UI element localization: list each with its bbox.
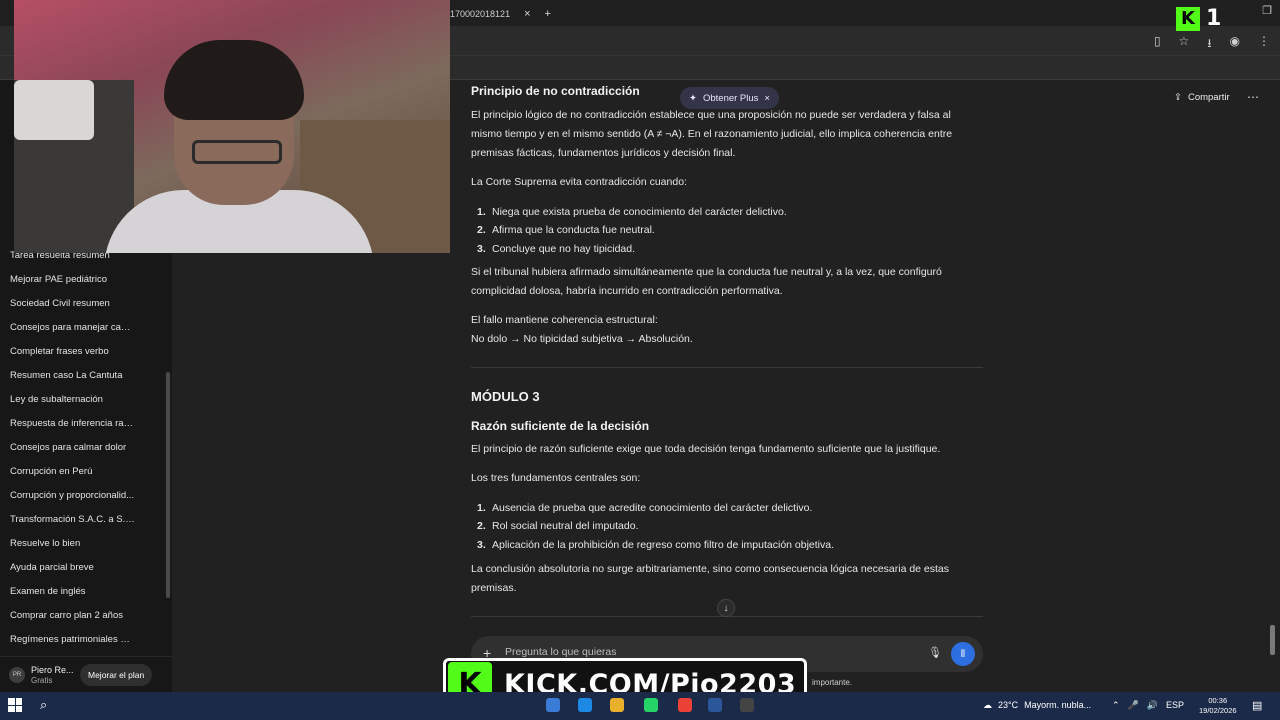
page-icon[interactable]: ▯ (1154, 34, 1161, 55)
user-name: Piero Re... (31, 665, 74, 675)
share-icon: ⇪ (1174, 92, 1182, 103)
clock[interactable]: 00:36 19/02/2026 (1199, 696, 1237, 716)
arrow-down-icon: ↓ (723, 602, 729, 614)
sidebar-item[interactable]: Resumen caso La Cantuta (10, 370, 135, 381)
paragraph: No dolo → No tipicidad subjetiva → Absol… (471, 333, 693, 345)
sidebar-item[interactable]: Comprar carro plan 2 años (10, 610, 135, 621)
list-item: 2. Afirma que la conducta fue neutral. (477, 224, 655, 236)
close-tab-icon[interactable]: × (524, 8, 530, 20)
sidebar-item[interactable]: Ley de subalternación (10, 394, 135, 405)
paragraph: El fallo mantiene coherencia estructural… (471, 314, 658, 326)
more-options-button[interactable]: ⋯ (1247, 90, 1259, 104)
list-item: 2. Rol social neutral del imputado. (477, 520, 639, 532)
new-tab-button[interactable]: + (545, 8, 551, 20)
avatar[interactable]: PR (9, 667, 25, 683)
prompt-input[interactable] (505, 646, 905, 658)
share-label: Compartir (1187, 92, 1230, 103)
taskbar-app-icon[interactable] (546, 698, 560, 712)
microphone-icon[interactable]: 🎙 (928, 646, 942, 659)
sidebar-item[interactable]: Ayuda parcial breve (10, 562, 135, 573)
browser-tab[interactable]: 2170002018121 × + (445, 4, 551, 24)
weather-temp: 23°C (998, 700, 1019, 710)
chrome-icon[interactable] (678, 698, 692, 712)
divider (471, 367, 983, 368)
taskbar-app-icon[interactable] (740, 698, 754, 712)
stream-number: 1 (1206, 6, 1222, 31)
restore-icon[interactable]: ❐ (1262, 4, 1272, 17)
paragraph: El principio lógico de no contradicción … (471, 109, 953, 159)
share-button[interactable]: ⇪ Compartir (1174, 92, 1230, 103)
user-plan: Gratis (31, 676, 53, 685)
sidebar-item[interactable]: Sociedad Civil resumen (10, 298, 135, 309)
sidebar-item[interactable]: Corrupción en Perú (10, 466, 135, 477)
download-icon[interactable]: ⭳ (1207, 34, 1211, 55)
microphone-icon[interactable]: 🎤 (1128, 700, 1139, 711)
weather-widget[interactable]: ☁ 23°C Mayorm. nubla... (983, 700, 1091, 711)
sparkle-icon: ✦ (689, 92, 697, 104)
section-heading: Razón suficiente de la decisión (471, 419, 650, 433)
sidebar-item[interactable]: Corrupción y proporcionalid... (10, 490, 135, 501)
language-indicator[interactable]: ESP (1166, 700, 1184, 711)
sidebar-item[interactable]: Respuesta de inferencia raci... (10, 418, 135, 429)
module-heading: MÓDULO 3 (471, 389, 540, 404)
list-item: 1. Niega que exista prueba de conocimient… (477, 206, 787, 218)
volume-icon[interactable]: 🔊 (1147, 700, 1158, 711)
sidebar-scrollbar[interactable] (166, 372, 170, 598)
windows-start-icon[interactable] (8, 698, 22, 712)
windows-taskbar: ⌕ ☁ 23°C Mayorm. nubla... ⌃ 🎤 🔊 ESP 00:3… (0, 692, 1280, 720)
tab-title: 2170002018121 (445, 9, 511, 19)
menu-dots-icon[interactable]: ⋮ (1258, 34, 1270, 55)
notification-icon[interactable]: ▤ (1252, 699, 1262, 712)
list-item: 3. Concluye que no hay tipicidad. (477, 243, 636, 255)
waveform-icon: ⦀ (960, 648, 966, 660)
get-plus-label: Obtener Plus (702, 92, 759, 104)
chevron-up-icon[interactable]: ⌃ (1112, 700, 1120, 711)
sidebar-item[interactable]: Mejorar PAE pediátrico (10, 274, 135, 285)
webcam-person-glasses (192, 140, 282, 164)
sidebar-item[interactable]: Resuelve lo bien (10, 538, 135, 549)
user-account[interactable]: PR Piero Re... Gratis Mejorar el plan (0, 656, 172, 692)
list-item: 1. Ausencia de prueba que acredite conoci… (477, 502, 813, 514)
voice-mode-button[interactable]: ⦀ (951, 642, 975, 666)
main-scrollbar[interactable] (1270, 625, 1275, 655)
paragraph: Los tres fundamentos centrales son: (471, 472, 641, 484)
date: 19/02/2026 (1199, 706, 1237, 715)
paragraph: La Corte Suprema evita contradicción cua… (471, 176, 687, 188)
sidebar-item[interactable]: Consejos para manejar cans... (10, 322, 135, 333)
search-icon[interactable]: ⌕ (40, 697, 47, 713)
profile-icon[interactable]: ◉ (1230, 34, 1240, 55)
sidebar-item[interactable]: Examen de inglés (10, 586, 135, 597)
paragraph: El principio de razón suficiente exige q… (471, 443, 941, 455)
list-item: 3. Aplicación de la prohibición de regres… (477, 539, 835, 551)
webcam-person-hair (164, 40, 304, 120)
toolbar-icons: ▯ ☆ ⭳ ◉ ⋮ (1154, 34, 1270, 55)
kick-logo-icon: K (1176, 6, 1200, 31)
webcam-pillow (14, 80, 94, 140)
webcam-overlay (14, 0, 450, 253)
cloud-icon: ☁ (983, 700, 992, 710)
scroll-down-button[interactable]: ↓ (717, 599, 735, 617)
weather-desc: Mayorm. nubla... (1024, 700, 1092, 710)
word-icon[interactable] (708, 698, 722, 712)
section-heading: Principio de no contradicción (471, 84, 640, 98)
close-icon[interactable]: × (764, 93, 770, 104)
sidebar-item[interactable]: Transformación S.A.C. a S.A.A. (10, 514, 135, 525)
stream-badge: K 1 (1176, 6, 1221, 31)
taskbar-app-icon[interactable] (610, 698, 624, 712)
disclaimer-text: importante. (812, 678, 853, 687)
sidebar-item[interactable]: Regímenes patrimoniales Perú (10, 634, 135, 645)
taskbar-app-icon[interactable] (578, 698, 592, 712)
window-controls: ❐ (1262, 4, 1272, 17)
bookmark-star-icon[interactable]: ☆ (1179, 34, 1190, 55)
paragraph: Si el tribunal hubiera afirmado simultán… (471, 266, 942, 297)
sidebar-item[interactable]: Consejos para calmar dolor (10, 442, 135, 453)
taskbar-app-icon[interactable] (644, 698, 658, 712)
time: 00:36 (1208, 696, 1228, 705)
system-tray: ⌃ 🎤 🔊 ESP (1112, 700, 1184, 711)
sidebar-item[interactable]: Completar frases verbo (10, 346, 135, 357)
paragraph: La conclusión absolutoria no surge arbit… (471, 563, 950, 594)
upgrade-plan-button[interactable]: Mejorar el plan (80, 664, 153, 686)
